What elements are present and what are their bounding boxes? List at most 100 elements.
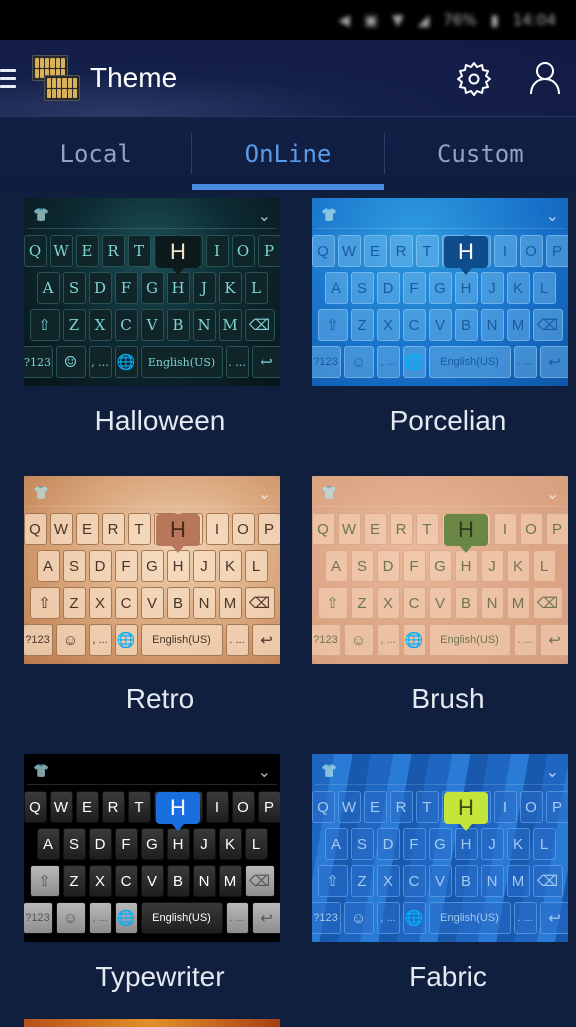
key-row: QWERTYUIOP bbox=[24, 513, 280, 546]
key-popup: H bbox=[156, 236, 200, 275]
key: , ... bbox=[88, 624, 112, 657]
key: G bbox=[140, 550, 164, 583]
key-popup: H bbox=[444, 236, 488, 275]
key: ?123 bbox=[312, 902, 341, 935]
key-row: ?123 ☺, ... 🌐 English(US). ... ↩ bbox=[24, 624, 280, 657]
key: ?123 bbox=[24, 346, 53, 379]
shift-key-icon: ⇧ bbox=[29, 309, 60, 342]
key: . ... bbox=[225, 902, 249, 935]
theme-card-partial[interactable] bbox=[24, 1019, 280, 1027]
key: Z bbox=[62, 309, 86, 342]
key: M bbox=[218, 309, 242, 342]
theme-preview[interactable]: 👕⌄QWERTYUIOPASDFGHJKL⇧ZXCVBNM⌫?123☺, ...… bbox=[312, 476, 568, 664]
key: Q bbox=[24, 235, 47, 268]
key-row: ?123 ☺, ... 🌐 English(US). ... ↩ bbox=[24, 346, 280, 379]
key: P bbox=[545, 791, 568, 824]
hamburger-menu-icon[interactable] bbox=[0, 68, 20, 88]
key: D bbox=[88, 272, 112, 305]
key: Z bbox=[62, 865, 86, 898]
theme-card-retro[interactable]: 👕⌄QWERTYUIOPASDFGHJKL⇧ZXCVBNM⌫?123☺, ...… bbox=[24, 468, 296, 743]
tab-custom[interactable]: Custom bbox=[385, 117, 576, 190]
key: ?123 bbox=[24, 624, 53, 657]
shirt-icon: 👕 bbox=[321, 485, 338, 501]
key-row: ⇧ Z X C V B N M ⌫ bbox=[27, 309, 277, 342]
key: S bbox=[350, 272, 374, 305]
theme-name: Typewriter bbox=[95, 961, 225, 992]
globe-key-icon: 🌐 bbox=[114, 346, 138, 379]
key-row: ?123 ☺, ... 🌐 English(US). ... ↩ bbox=[24, 902, 280, 935]
app-bar: Theme bbox=[0, 40, 576, 116]
key: R bbox=[101, 235, 125, 268]
key: N bbox=[192, 309, 216, 342]
key: N bbox=[480, 309, 504, 342]
keyboard-preview: 👕⌄QWERTYUIOPASDFGHJKL⇧ZXCVBNM⌫?123☺, ...… bbox=[312, 754, 568, 942]
theme-preview[interactable]: 👕⌄QWERTYUIOPASDFGHJKL⇧ZXCVBNM⌫?123☺, ...… bbox=[24, 198, 280, 386]
key: H bbox=[166, 828, 190, 861]
key: W bbox=[337, 791, 361, 824]
key: D bbox=[88, 550, 112, 583]
key: Q bbox=[24, 513, 47, 546]
theme-card-typewriter[interactable]: 👕⌄QWERTYUIOPASDFGHJKL⇧ZXCVBNM⌫?123☺, ...… bbox=[24, 746, 296, 1021]
key-row: ?123 ☺, ... 🌐 English(US). ... ↩ bbox=[312, 902, 568, 935]
key: V bbox=[428, 587, 452, 620]
keyboard-logo-icon bbox=[32, 55, 80, 101]
key: T bbox=[127, 235, 151, 268]
theme-preview[interactable]: 👕⌄QWERTYUIOPASDFGHJKL⇧ZXCVBNM⌫?123☺, ...… bbox=[312, 754, 568, 942]
key: , ... bbox=[88, 902, 112, 935]
tab-local[interactable]: Local bbox=[0, 117, 191, 190]
key: M bbox=[218, 587, 242, 620]
theme-preview[interactable]: 👕⌄QWERTYUIOPASDFGHJKL⇧ZXCVBNM⌫?123☺, ...… bbox=[24, 754, 280, 942]
key-row: ASDFGHJKL bbox=[27, 828, 277, 861]
key: . ... bbox=[513, 902, 537, 935]
key: E bbox=[75, 513, 99, 546]
tab-online[interactable]: OnLine bbox=[192, 117, 384, 190]
key: N bbox=[192, 865, 216, 898]
theme-preview[interactable]: 👕⌄QWERTYUIOPASDFGHJKL⇧ZXCVBNM⌫?123☺, ...… bbox=[24, 476, 280, 664]
shirt-icon: 👕 bbox=[33, 763, 50, 779]
user-icon[interactable] bbox=[528, 60, 562, 96]
key: K bbox=[218, 272, 242, 305]
key: H bbox=[454, 828, 478, 861]
key-popup: H bbox=[156, 792, 200, 831]
key: O bbox=[231, 791, 255, 824]
key: F bbox=[402, 828, 426, 861]
space-key: English(US) bbox=[140, 624, 223, 657]
globe-key-icon: 🌐 bbox=[114, 902, 138, 935]
key-row: ⇧ Z X C V B N M ⌫ bbox=[315, 865, 565, 898]
key: , ... bbox=[376, 624, 400, 657]
key: I bbox=[205, 513, 229, 546]
key: A bbox=[324, 550, 348, 583]
theme-card-fabric[interactable]: 👕⌄QWERTYUIOPASDFGHJKL⇧ZXCVBNM⌫?123☺, ...… bbox=[312, 746, 576, 1021]
key: J bbox=[192, 272, 216, 305]
emoji-key-icon: ☺ bbox=[55, 624, 86, 657]
theme-card-brush[interactable]: 👕⌄QWERTYUIOPASDFGHJKL⇧ZXCVBNM⌫?123☺, ...… bbox=[312, 468, 576, 743]
enter-key-icon: ↩ bbox=[539, 624, 568, 657]
theme-preview[interactable]: 👕⌄QWERTYUIOPASDFGHJKL⇧ZXCVBNM⌫?123☺, ...… bbox=[312, 198, 568, 386]
key: T bbox=[415, 235, 439, 268]
key: L bbox=[532, 550, 556, 583]
key: V bbox=[140, 309, 164, 342]
key: O bbox=[519, 791, 543, 824]
key: R bbox=[101, 513, 125, 546]
key-row: ⇧ Z X C V B N M ⌫ bbox=[27, 587, 277, 620]
shift-key-icon: ⇧ bbox=[29, 587, 60, 620]
key: N bbox=[480, 587, 504, 620]
key: H bbox=[166, 272, 190, 305]
key: S bbox=[62, 550, 86, 583]
theme-card-halloween[interactable]: 👕⌄QWERTYUIOPASDFGHJKL⇧ZXCVBNM⌫?123☺, ...… bbox=[24, 190, 296, 465]
key: , ... bbox=[376, 346, 400, 379]
key: A bbox=[36, 550, 60, 583]
key: E bbox=[75, 791, 99, 824]
keyboard-preview: 👕⌄QWERTYUIOPASDFGHJKL⇧ZXCVBNM⌫?123☺, ...… bbox=[24, 198, 280, 386]
key: K bbox=[506, 550, 530, 583]
key: S bbox=[62, 272, 86, 305]
theme-card-porcelian[interactable]: 👕⌄QWERTYUIOPASDFGHJKL⇧ZXCVBNM⌫?123☺, ...… bbox=[312, 190, 576, 465]
emoji-key-icon: ☺ bbox=[55, 902, 86, 935]
key: G bbox=[428, 272, 452, 305]
key: Z bbox=[350, 309, 374, 342]
key: W bbox=[337, 513, 361, 546]
key: I bbox=[493, 791, 517, 824]
key: J bbox=[192, 828, 216, 861]
theme-name: Brush bbox=[411, 683, 485, 714]
gear-icon[interactable] bbox=[456, 60, 492, 96]
